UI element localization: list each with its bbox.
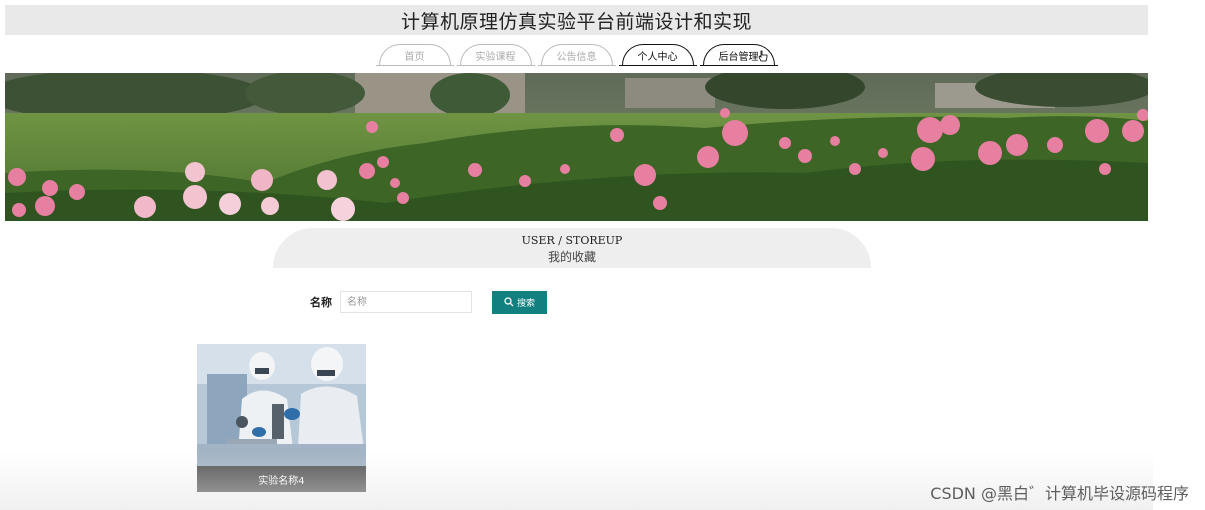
site-title: 计算机原理仿真实验平台前端设计和实现 xyxy=(400,10,752,33)
search-bar: 名称 搜索 xyxy=(310,290,547,314)
watermark: CSDN @黑白゛计算机毕设源码程序 xyxy=(930,484,1189,503)
site-title-bar: 计算机原理仿真实验平台前端设计和实现 xyxy=(5,5,1148,35)
section-header: USER / STOREUP 我的收藏 xyxy=(273,228,871,268)
nav-tab-announcements[interactable]: 公告信息 xyxy=(537,44,616,66)
hand-cursor-icon xyxy=(758,50,767,62)
section-title-en: USER / STOREUP xyxy=(521,234,623,247)
banner-image xyxy=(5,73,1148,221)
nav-tab-label: 后台管理 xyxy=(718,51,759,63)
nav-tab-label: 个人中心 xyxy=(637,51,678,63)
nav-tab-label: 实验课程 xyxy=(475,51,516,63)
search-button-label: 搜索 xyxy=(516,297,535,308)
search-label: 名称 xyxy=(310,296,332,309)
favorite-card-title: 实验名称4 xyxy=(197,466,366,492)
favorite-card[interactable]: 实验名称4 xyxy=(197,344,366,492)
nav-tab-admin[interactable]: 后台管理 xyxy=(699,44,778,66)
lab-experiment-image xyxy=(197,344,366,466)
nav-tab-label: 首页 xyxy=(404,51,425,63)
nav-tab-courses[interactable]: 实验课程 xyxy=(456,44,535,66)
nav-tab-home[interactable]: 首页 xyxy=(375,44,454,66)
nav-tab-user-center[interactable]: 个人中心 xyxy=(618,44,697,66)
main-nav: 首页 实验课程 公告信息 个人中心 后台管理 xyxy=(0,43,1153,69)
section-title-cn: 我的收藏 xyxy=(547,250,596,264)
search-icon xyxy=(504,297,514,307)
nav-tab-label: 公告信息 xyxy=(556,51,597,63)
peony-garden-image xyxy=(5,73,1148,221)
search-input[interactable] xyxy=(340,291,472,313)
search-button[interactable]: 搜索 xyxy=(492,290,547,314)
